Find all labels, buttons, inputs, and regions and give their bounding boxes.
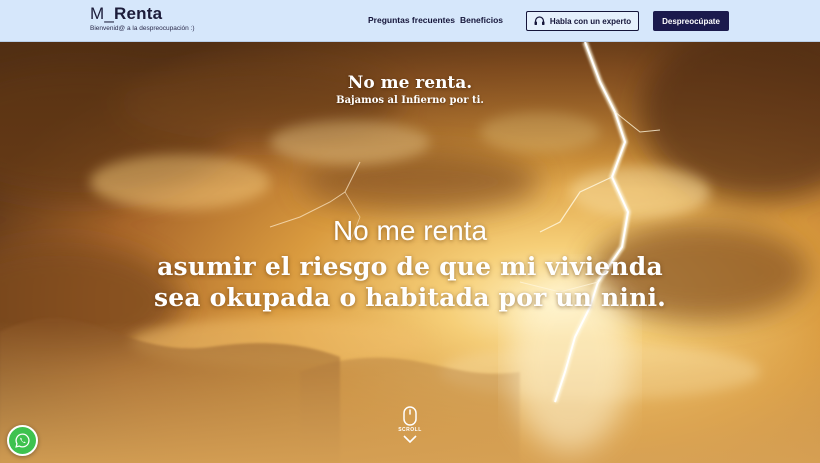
hero-section: No me renta. Bajamos al Infierno por ti.…: [0, 42, 820, 463]
hero-top-subtitle: Bajamos al Infierno por ti.: [336, 95, 484, 106]
talk-to-expert-label: Habla con un experto: [549, 16, 632, 26]
logo[interactable]: M_Renta Bienvenid@ a la despreocupación …: [90, 5, 195, 33]
logo-prefix: M_: [90, 4, 115, 23]
nav-link-benefits[interactable]: Beneficios: [460, 15, 503, 25]
nav-link-faq[interactable]: Preguntas frecuentes: [368, 15, 455, 25]
logo-tagline: Bienvenid@ a la despreocupación :): [90, 25, 195, 32]
talk-to-expert-button[interactable]: Habla con un experto: [526, 11, 639, 31]
hero-headline-lead: No me renta: [332, 215, 488, 246]
scroll-indicator[interactable]: SCROLL: [396, 406, 424, 443]
cta-button[interactable]: Despreocúpate: [653, 11, 729, 31]
headset-icon: [534, 16, 545, 26]
whatsapp-icon: [14, 432, 31, 449]
hero-headline-line-2: asumir el riesgo de que mi vivienda: [157, 252, 663, 281]
hero-top-title: No me renta.: [347, 73, 473, 93]
mouse-icon: [396, 406, 424, 426]
chevron-down-icon: [396, 435, 424, 443]
logo-wordmark: Renta: [114, 4, 163, 23]
logo-text: M_Renta: [90, 5, 195, 23]
site-header: M_Renta Bienvenid@ a la despreocupación …: [0, 0, 820, 42]
hero-headline-line-3: sea okupada o habitada por un nini.: [153, 283, 667, 312]
cta-button-label: Despreocúpate: [662, 16, 720, 26]
whatsapp-chat-button[interactable]: [7, 425, 38, 456]
scroll-label: SCROLL: [398, 427, 422, 433]
